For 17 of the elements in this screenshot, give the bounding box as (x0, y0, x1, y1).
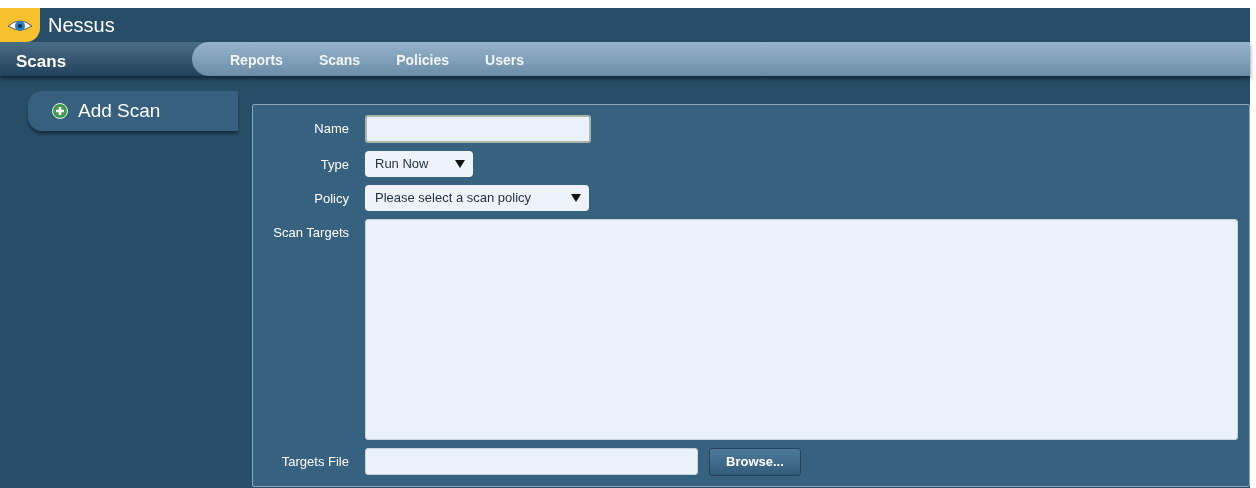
dropdown[interactable]: Please select a scan policy (365, 185, 589, 211)
file-field[interactable] (365, 448, 698, 475)
field-label: Policy (313, 190, 350, 208)
caret-icon (455, 160, 465, 168)
dropdown[interactable]: Run Now (365, 151, 473, 177)
add-scan-label: Add Scan (78, 98, 161, 123)
field-label: Scan Targets (272, 224, 350, 242)
field-label: Type (319, 156, 350, 174)
field-label: Targets File (280, 453, 350, 471)
app-name: Nessus (48, 13, 115, 38)
caret-icon (571, 194, 581, 202)
browse-button[interactable]: Browse... (709, 448, 801, 476)
add-scan-button[interactable]: Add Scan (28, 91, 238, 131)
name-field[interactable] (365, 115, 591, 143)
plus-icon (52, 103, 68, 119)
targets-field[interactable] (365, 219, 1238, 440)
field-label: Name (313, 120, 350, 138)
